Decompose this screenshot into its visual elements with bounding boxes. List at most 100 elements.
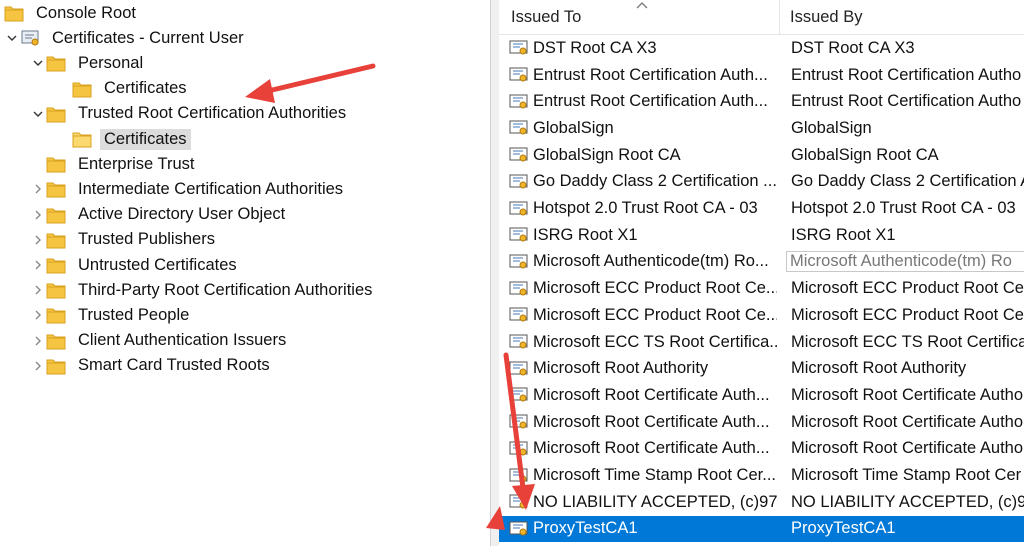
certificate-row[interactable]: Microsoft Root Certificate Auth... Micros… — [499, 436, 1024, 463]
tree-node[interactable]: Certificates — [56, 77, 191, 101]
tree-node[interactable]: Active Directory User Object — [30, 203, 289, 227]
issued-to-text: Microsoft ECC TS Root Certifica... — [533, 332, 777, 351]
certificate-icon — [509, 120, 529, 136]
issued-by-cell: ProxyTestCA1 — [791, 519, 896, 538]
tree-node[interactable]: Client Authentication Issuers — [30, 329, 290, 353]
issued-to-text: Microsoft Root Certificate Auth... — [533, 439, 770, 458]
chevron-down-icon[interactable] — [4, 26, 20, 50]
certificate-row[interactable]: DST Root CA X3 DST Root CA X3 — [499, 35, 1024, 62]
chevron-down-icon[interactable] — [30, 51, 46, 75]
issued-to-cell: Microsoft ECC Product Root Ce... — [509, 279, 777, 298]
tree-node[interactable]: Trusted People — [30, 303, 193, 327]
tree-node[interactable]: Trusted Root Certification Authorities — [30, 102, 350, 126]
chevron-right-icon[interactable] — [30, 203, 46, 227]
tree-node[interactable]: Certificates - Current User — [4, 26, 248, 50]
issued-to-text: Go Daddy Class 2 Certification ... — [533, 172, 777, 191]
issued-to-text: GlobalSign — [533, 118, 614, 137]
tree-node[interactable]: Personal — [30, 51, 147, 75]
tree-node[interactable]: Intermediate Certification Authorities — [30, 177, 347, 201]
folder-icon — [46, 332, 66, 350]
tree-node-label: Certificates - Current User — [52, 28, 244, 47]
certificate-row[interactable]: Microsoft Root Authority Microsoft Root A… — [499, 355, 1024, 382]
issued-by-cell: GlobalSign Root CA — [791, 145, 939, 164]
issued-by-cell: DST Root CA X3 — [791, 38, 915, 57]
certificate-row[interactable]: ISRG Root X1 ISRG Root X1 — [499, 222, 1024, 249]
certificate-icon — [509, 307, 529, 323]
tree-node-label: Intermediate Certification Authorities — [78, 179, 344, 198]
certificate-row[interactable]: ProxyTestCA1 ProxyTestCA1 — [499, 515, 1024, 543]
tree-node[interactable]: Trusted Publishers — [30, 228, 219, 252]
tree-node[interactable]: Untrusted Certificates — [30, 253, 241, 277]
chevron-right-icon[interactable] — [30, 228, 46, 252]
issued-to-text: NO LIABILITY ACCEPTED, (c)97 ... — [533, 492, 777, 511]
tree-node-label: Console Root — [36, 3, 136, 22]
chevron-right-icon[interactable] — [30, 354, 46, 378]
folder-icon — [46, 281, 66, 299]
issued-to-cell: GlobalSign Root CA — [509, 146, 777, 165]
certificate-icon — [509, 254, 529, 270]
folder-icon — [46, 206, 66, 224]
issued-by-cell: Microsoft Root Authority — [791, 359, 967, 378]
chevron-right-icon[interactable] — [30, 278, 46, 302]
certificate-row[interactable]: Hotspot 2.0 Trust Root CA - 03 Hotspot 2.… — [499, 195, 1024, 222]
certificate-list-pane[interactable]: Issued To Issued By DST Root CA X3 DST Ro… — [499, 0, 1024, 546]
console-tree-pane[interactable]: Console Root Certificates - Current User P… — [0, 0, 490, 546]
tree-node-label: Trusted People — [78, 305, 190, 324]
certificate-row[interactable]: Microsoft ECC Product Root Ce... Microsof… — [499, 275, 1024, 302]
certificate-icon — [509, 94, 529, 110]
chevron-right-icon[interactable] — [30, 329, 46, 353]
tree-node[interactable]: Third-Party Root Certification Authoriti… — [30, 278, 376, 302]
issued-by-cell: Go Daddy Class 2 Certification A — [791, 172, 1024, 191]
certificate-row[interactable]: GlobalSign Root CA GlobalSign Root CA — [499, 142, 1024, 169]
certificate-row[interactable]: Microsoft Root Certificate Auth... Micros… — [499, 382, 1024, 409]
issued-to-cell: Microsoft Authenticode(tm) Ro... — [509, 252, 777, 271]
certificate-row[interactable]: Microsoft ECC Product Root Ce... Microsof… — [499, 302, 1024, 329]
tree-node[interactable]: Smart Card Trusted Roots — [30, 354, 274, 378]
chevron-right-icon[interactable] — [30, 303, 46, 327]
issued-by-cell: Microsoft Root Certificate Autho — [791, 439, 1024, 458]
issued-to-text: Microsoft Authenticode(tm) Ro... — [533, 252, 769, 271]
certificate-icon — [509, 494, 529, 510]
certificate-row[interactable]: Go Daddy Class 2 Certification ... Go Dad… — [499, 169, 1024, 196]
folder-icon — [46, 105, 66, 123]
issued-by-cell: Microsoft Time Stamp Root Cer — [791, 466, 1022, 485]
folder-icon — [4, 4, 24, 22]
certificate-row[interactable]: Entrust Root Certification Auth... Entrus… — [499, 88, 1024, 115]
issued-to-cell: Microsoft Root Certificate Auth... — [509, 413, 777, 432]
folder-icon — [46, 180, 66, 198]
chevron-down-icon[interactable] — [30, 102, 46, 126]
tree-node-label: Enterprise Trust — [78, 154, 195, 173]
tree-node[interactable]: Certificates — [56, 127, 191, 151]
tree-node[interactable]: Console Root — [4, 1, 140, 25]
certificate-row[interactable]: Microsoft Root Certificate Auth... Micros… — [499, 409, 1024, 436]
tree-node-label: Untrusted Certificates — [78, 255, 237, 274]
issued-by-cell: Microsoft ECC Product Root Cer — [791, 305, 1024, 324]
issued-to-cell: Go Daddy Class 2 Certification ... — [509, 172, 777, 191]
issued-to-cell: GlobalSign — [509, 119, 777, 138]
certificate-icon — [509, 174, 529, 190]
issued-to-text: Entrust Root Certification Auth... — [533, 92, 768, 111]
certificate-row[interactable]: NO LIABILITY ACCEPTED, (c)97 ... NO LIABI… — [499, 489, 1024, 516]
certificate-icon — [509, 147, 529, 163]
certificate-row[interactable]: Microsoft Time Stamp Root Cer... Microsof… — [499, 462, 1024, 489]
certificate-icon — [509, 414, 529, 430]
list-header: Issued To Issued By — [499, 0, 1024, 35]
folder-icon — [46, 256, 66, 274]
folder-icon — [46, 155, 66, 173]
certificate-row[interactable]: Entrust Root Certification Auth... Entrus… — [499, 62, 1024, 89]
chevron-right-icon[interactable] — [30, 253, 46, 277]
chevron-right-icon[interactable] — [30, 177, 46, 201]
issued-by-cell: GlobalSign — [791, 118, 872, 137]
tree-node-label: Personal — [78, 53, 144, 72]
certificate-row[interactable]: GlobalSign GlobalSign — [499, 115, 1024, 142]
issued-to-cell: Microsoft Root Authority — [509, 359, 777, 378]
certificate-icon — [509, 334, 529, 350]
tree-node[interactable]: Enterprise Trust — [30, 152, 198, 176]
certificate-row[interactable]: Microsoft ECC TS Root Certifica... Micros… — [499, 329, 1024, 356]
certificate-row[interactable]: Microsoft Authenticode(tm) Ro... Microsof… — [499, 249, 1024, 276]
issued-by-cell: Entrust Root Certification Autho — [791, 65, 1022, 84]
certificate-icon — [509, 227, 529, 243]
column-header-issued-by[interactable]: Issued By — [780, 0, 1024, 34]
